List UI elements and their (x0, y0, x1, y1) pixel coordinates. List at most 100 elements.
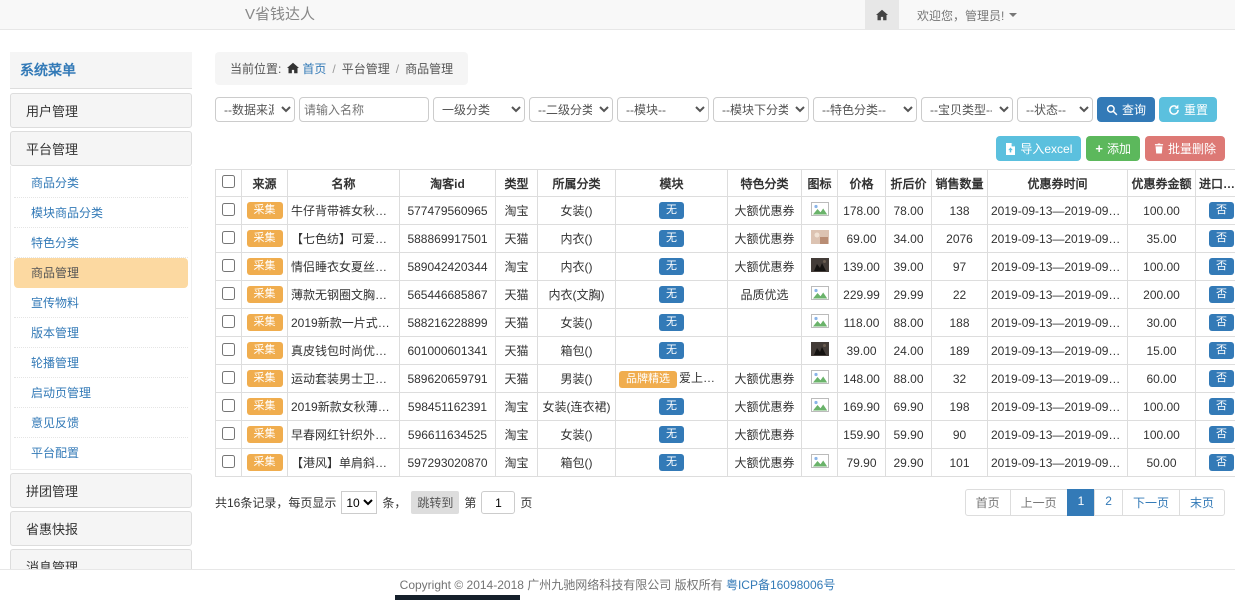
imported-cell: 否 (1196, 365, 1235, 393)
breadcrumb-separator: / (396, 62, 399, 76)
breadcrumb-separator: / (332, 62, 335, 76)
import-excel-button[interactable]: 导入excel (996, 136, 1081, 161)
sales-cell: 90 (932, 421, 988, 449)
sidebar-item-8[interactable]: 意见反馈 (14, 408, 188, 438)
level1-category-select[interactable]: 一级分类 (433, 97, 525, 122)
reset-button[interactable]: 重置 (1159, 97, 1217, 122)
batch-delete-label: 批量删除 (1168, 140, 1216, 157)
sidebar-group-3[interactable]: 省惠快报 (10, 511, 192, 546)
sidebar-nav: 用户管理平台管理商品分类模块商品分类特色分类商品管理宣传物料版本管理轮播管理启动… (10, 93, 192, 600)
jump-button[interactable]: 跳转到 (411, 491, 459, 514)
item-type-select[interactable]: --宝贝类型-- (921, 97, 1013, 122)
product-name-cell: 早春网红针织外套女春... (288, 421, 400, 449)
product-thumbnail-icon (811, 258, 829, 272)
discount-price-cell: 88.00 (886, 365, 932, 393)
imported-cell: 否 (1196, 225, 1235, 253)
column-header-12: 优惠券时间 (988, 170, 1128, 197)
row-checkbox[interactable] (222, 371, 235, 384)
row-checkbox[interactable] (222, 399, 235, 412)
status-select[interactable]: --状态-- (1017, 97, 1093, 122)
row-checkbox[interactable] (222, 315, 235, 328)
price-cell: 69.00 (838, 225, 886, 253)
module-cell: 无 (616, 449, 728, 477)
discount-price-cell: 39.00 (886, 253, 932, 281)
row-checkbox[interactable] (222, 287, 235, 300)
product-thumbnail-icon (811, 314, 829, 328)
module-badge: 无 (659, 258, 684, 275)
sidebar-item-6[interactable]: 轮播管理 (14, 348, 188, 378)
level2-category-select[interactable]: --二级分类-- (529, 97, 613, 122)
sales-cell: 198 (932, 393, 988, 421)
row-checkbox[interactable] (222, 231, 235, 244)
type-cell: 天猫 (496, 225, 538, 253)
taoke-id-cell: 565446685867 (400, 281, 496, 309)
sidebar-group-1[interactable]: 平台管理 (10, 131, 192, 166)
source-cell: 采集 (242, 253, 288, 281)
coupon-amount-cell: 30.00 (1128, 309, 1196, 337)
select-all-checkbox[interactable] (222, 175, 235, 188)
home-icon (287, 62, 299, 74)
pager-item-2[interactable]: 1 (1067, 489, 1096, 516)
pager-item-1[interactable]: 上一页 (1010, 489, 1068, 516)
pager-item-3[interactable]: 2 (1094, 489, 1123, 516)
product-thumbnail-icon (811, 202, 829, 216)
row-checkbox[interactable] (222, 343, 235, 356)
icp-link[interactable]: 粤ICP备16098006号 (726, 578, 835, 592)
add-button[interactable]: + 添加 (1086, 136, 1140, 161)
feature-category-cell: 大额优惠券 (728, 449, 802, 477)
batch-delete-button[interactable]: 批量删除 (1145, 136, 1225, 161)
pager-item-4[interactable]: 下一页 (1122, 489, 1180, 516)
taoke-id-cell: 588869917501 (400, 225, 496, 253)
query-button[interactable]: 查询 (1097, 97, 1155, 122)
module-subcategory-select[interactable]: --模块下分类-- (713, 97, 809, 122)
sidebar-item-7[interactable]: 启动页管理 (14, 378, 188, 408)
row-checkbox[interactable] (222, 455, 235, 468)
sidebar-group-2[interactable]: 拼团管理 (10, 473, 192, 508)
row-checkbox-cell (216, 197, 242, 225)
taoke-id-cell: 598451162391 (400, 393, 496, 421)
breadcrumb: 当前位置:首页/平台管理/商品管理 (215, 52, 468, 85)
taoke-id-cell: 588216228899 (400, 309, 496, 337)
sidebar-item-1[interactable]: 模块商品分类 (14, 198, 188, 228)
coupon-time-cell: 2019-09-13—2019-09-18 (988, 449, 1128, 477)
imported-badge: 否 (1209, 426, 1234, 443)
sidebar-item-0[interactable]: 商品分类 (14, 168, 188, 198)
pager-item-0[interactable]: 首页 (965, 489, 1011, 516)
category-cell: 女装() (538, 421, 616, 449)
user-menu[interactable]: 欢迎您，管理员! (917, 7, 1017, 24)
sidebar-item-9[interactable]: 平台配置 (14, 438, 188, 467)
breadcrumb-item-2: 商品管理 (405, 62, 453, 76)
home-button[interactable] (865, 0, 899, 30)
table-row: 采集真皮钱包时尚优雅女士...601000601341天猫箱包()无39.002… (216, 337, 1235, 365)
name-search-input[interactable] (299, 97, 429, 122)
jump-page-input[interactable] (481, 491, 515, 514)
module-cell: 品牌精选爱上运动 (616, 365, 728, 393)
sidebar-item-3[interactable]: 商品管理 (14, 258, 188, 288)
table-row: 采集牛仔背带裤女秋装减龄...577479560965淘宝女装()无大额优惠券1… (216, 197, 1235, 225)
query-label: 查询 (1122, 101, 1146, 118)
sales-cell: 22 (932, 281, 988, 309)
data-source-select[interactable]: --数据来源-- (215, 97, 295, 122)
row-checkbox[interactable] (222, 259, 235, 272)
row-checkbox-cell (216, 393, 242, 421)
action-toolbar: 导入excel + 添加 批量删除 (215, 136, 1225, 161)
feature-category-select[interactable]: --特色分类-- (813, 97, 917, 122)
topbar: V省钱达人 欢迎您，管理员! (0, 0, 1235, 30)
table-row: 采集2019新款一片式系...588216228899天猫女装()无118.00… (216, 309, 1235, 337)
imported-badge: 否 (1209, 286, 1234, 303)
price-cell: 139.00 (838, 253, 886, 281)
sidebar-item-5[interactable]: 版本管理 (14, 318, 188, 348)
sidebar-item-4[interactable]: 宣传物料 (14, 288, 188, 318)
breadcrumb-item-0[interactable]: 首页 (302, 62, 326, 76)
sidebar-group-0[interactable]: 用户管理 (10, 93, 192, 128)
module-select[interactable]: --模块-- (617, 97, 709, 122)
sidebar-item-2[interactable]: 特色分类 (14, 228, 188, 258)
icon-cell (802, 393, 838, 421)
pager-item-5[interactable]: 末页 (1179, 489, 1225, 516)
row-checkbox[interactable] (222, 427, 235, 440)
source-cell: 采集 (242, 449, 288, 477)
price-cell: 178.00 (838, 197, 886, 225)
per-page-select[interactable]: 10 (341, 491, 377, 514)
coupon-time-cell: 2019-09-13—2019-09-19 (988, 309, 1128, 337)
row-checkbox[interactable] (222, 203, 235, 216)
